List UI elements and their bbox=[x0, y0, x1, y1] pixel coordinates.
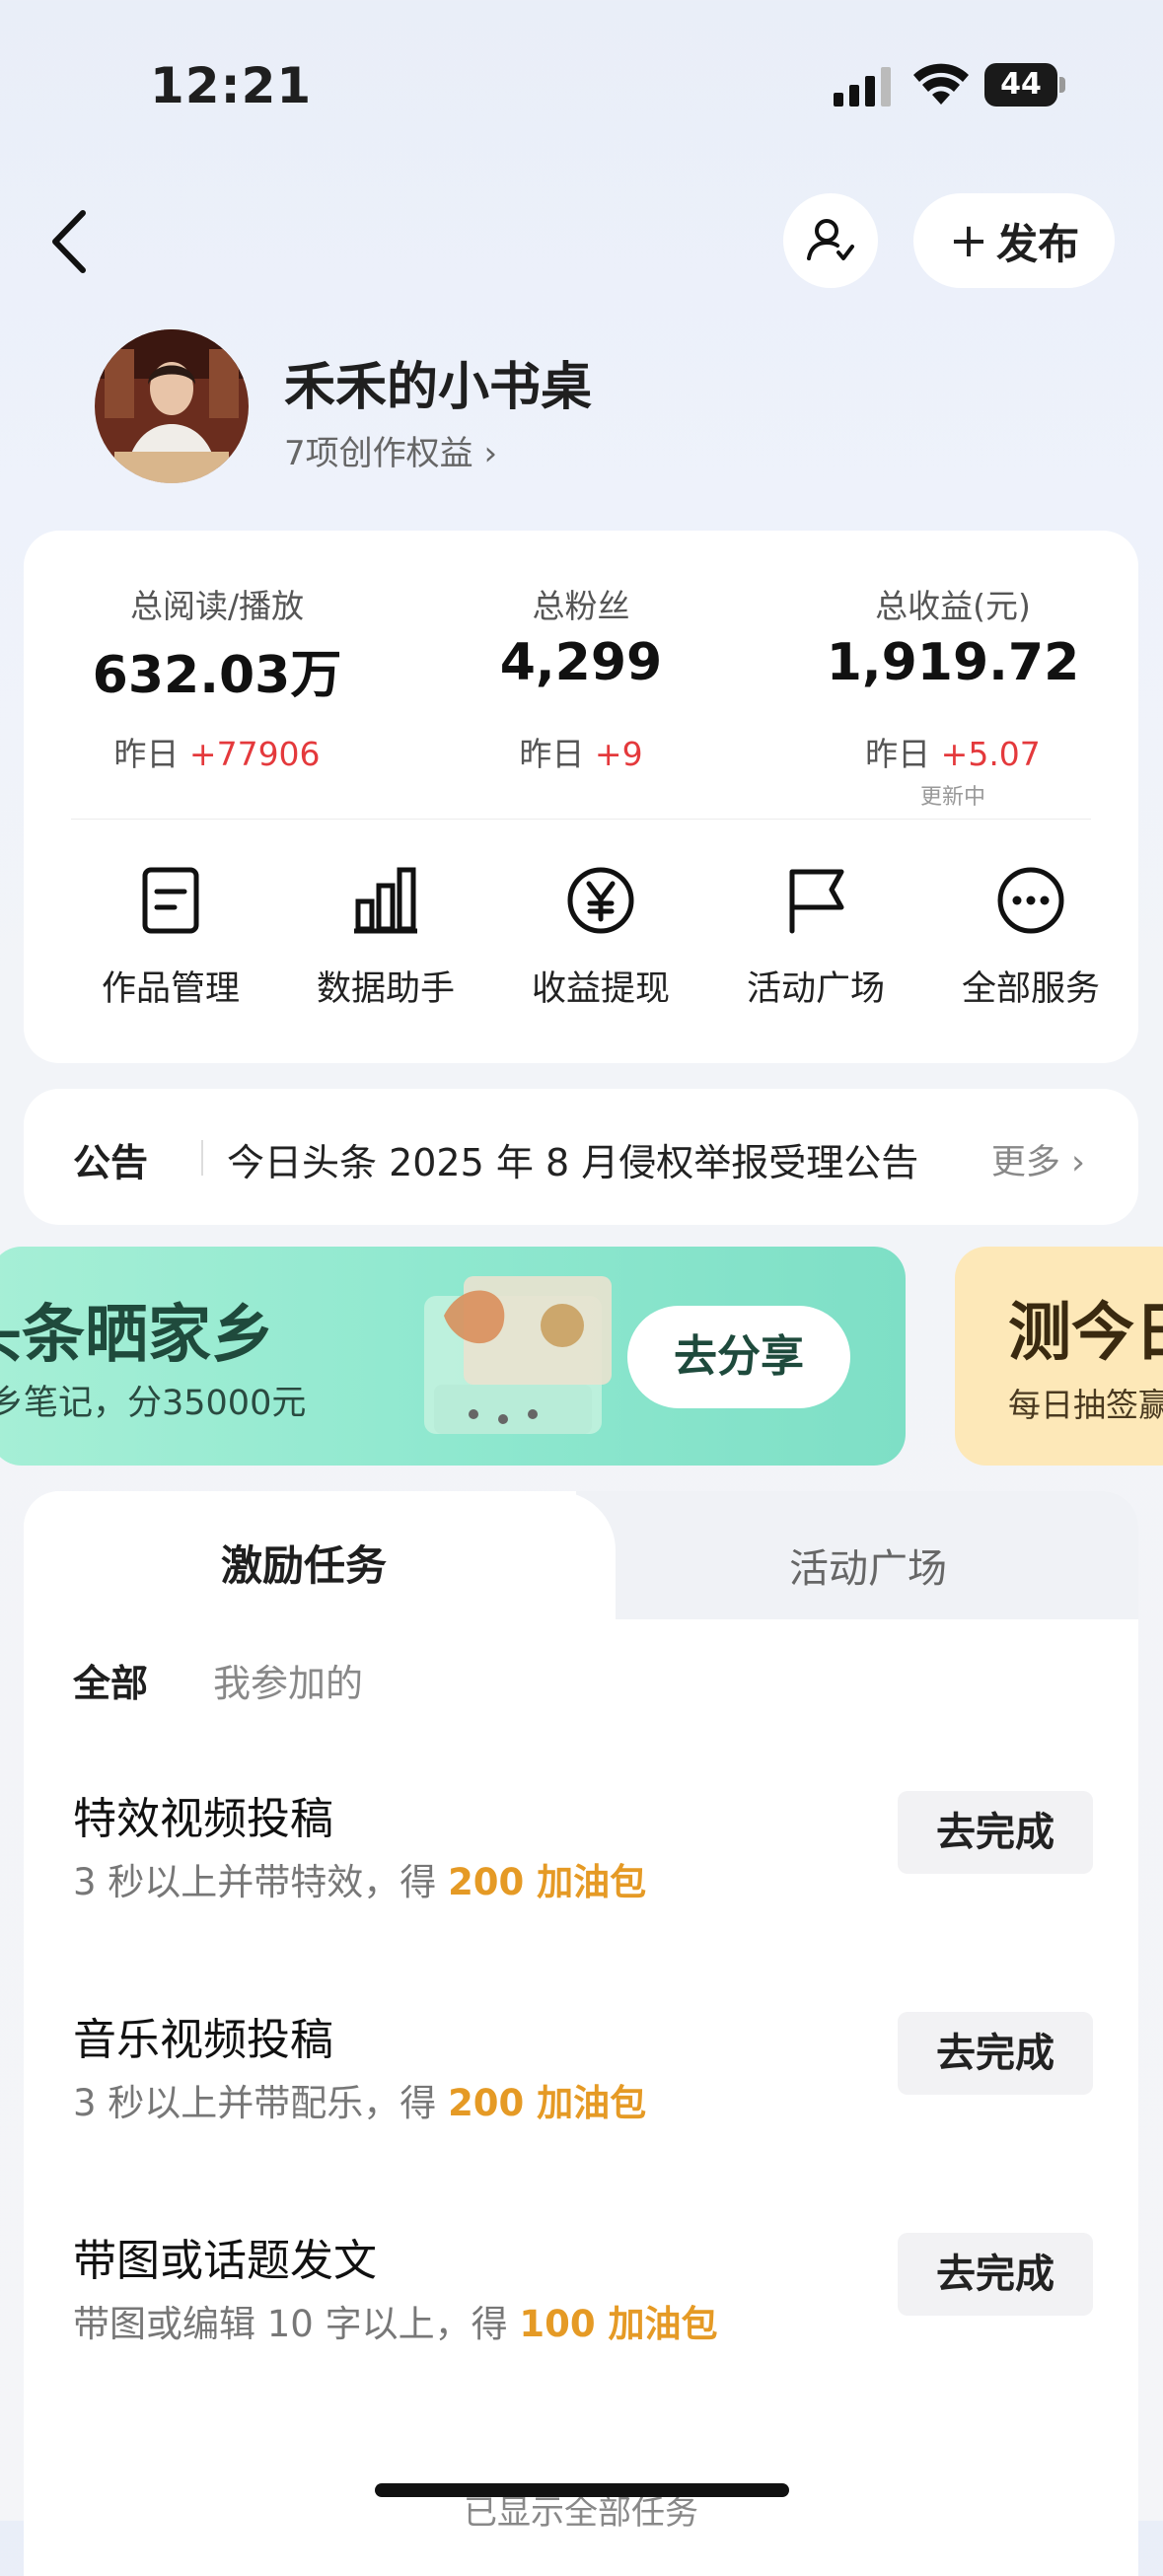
more-link[interactable]: 更多 › bbox=[991, 1134, 1085, 1184]
stat-value: 4,299 bbox=[499, 633, 663, 692]
back-arrow-icon[interactable] bbox=[49, 209, 89, 274]
divider bbox=[71, 819, 1091, 820]
yen-icon bbox=[567, 867, 634, 934]
battery-icon: 44 bbox=[984, 63, 1065, 107]
stat-label: 总粉丝 bbox=[532, 587, 630, 625]
stat-value: 1,919.72 bbox=[826, 633, 1080, 692]
profile-name: 禾禾的小书桌 bbox=[284, 358, 593, 417]
task-title: 特效视频投稿 bbox=[73, 1794, 333, 1844]
more-icon bbox=[997, 867, 1064, 934]
task-title: 带图或话题发文 bbox=[73, 2236, 377, 2286]
banner-title: 测今日 bbox=[1008, 1297, 1163, 1370]
stat-delta: 昨日 +9 bbox=[519, 735, 643, 773]
service-label: 活动广场 bbox=[746, 969, 885, 1009]
user-check-icon bbox=[807, 219, 854, 260]
tasks-panel: 激励任务 活动广场 全部 我参加的 特效视频投稿 3 秒以上并带特效，得 200… bbox=[24, 1491, 1138, 2576]
wifi-icon bbox=[913, 63, 969, 105]
stats-card: 总阅读/播放 632.03万 昨日 +77906 总粉丝 4,299 昨日 +9… bbox=[24, 531, 1138, 1063]
service-label: 数据助手 bbox=[316, 969, 455, 1009]
task-item: 带图或话题发文 带图或编辑 10 字以上，得 100 加油包 去完成 bbox=[24, 2225, 1138, 2422]
user-switch-button[interactable] bbox=[783, 193, 878, 288]
task-description: 3 秒以上并带配乐，得 200 加油包 bbox=[73, 2082, 647, 2124]
filter-joined[interactable]: 我参加的 bbox=[213, 1653, 363, 1707]
announcement-bar[interactable]: 公告 今日头条 2025 年 8 月侵权举报受理公告 更多 › bbox=[24, 1089, 1138, 1225]
publish-button[interactable]: + 发布 bbox=[913, 193, 1115, 288]
service-activity-square[interactable]: 活动广场 bbox=[708, 866, 923, 1011]
task-title: 音乐视频投稿 bbox=[73, 2015, 333, 2065]
daily-fortune-banner[interactable]: 测今日 每日抽签赢 bbox=[955, 1247, 1163, 1466]
tab-incentive-tasks[interactable]: 激励任务 bbox=[221, 1533, 387, 1593]
complete-task-button[interactable]: 去完成 bbox=[898, 2012, 1093, 2095]
document-icon bbox=[142, 867, 199, 934]
task-item: 特效视频投稿 3 秒以上并带特效，得 200 加油包 去完成 bbox=[24, 1783, 1138, 1980]
stat-label: 总阅读/播放 bbox=[129, 587, 305, 625]
stat-label: 总收益(元) bbox=[875, 587, 1031, 625]
creator-rights-link[interactable]: 7项创作权益 › bbox=[284, 426, 497, 474]
hometown-banner[interactable]: 头条晒家乡 家乡笔记，分35000元 去分享 bbox=[0, 1247, 906, 1466]
banner-subtitle: 每日抽签赢 bbox=[1008, 1386, 1163, 1424]
status-time: 12:21 bbox=[150, 57, 313, 114]
tab-activity-square[interactable]: 活动广场 bbox=[789, 1537, 947, 1594]
plus-icon: + bbox=[948, 213, 989, 268]
task-description: 带图或编辑 10 字以上，得 100 加油包 bbox=[73, 2303, 718, 2345]
bar-chart-icon bbox=[354, 867, 417, 934]
stat-delta: 昨日 +77906 bbox=[113, 735, 321, 773]
complete-task-button[interactable]: 去完成 bbox=[898, 1791, 1093, 1874]
task-description: 3 秒以上并带特效，得 200 加油包 bbox=[73, 1861, 647, 1903]
service-label: 作品管理 bbox=[101, 969, 240, 1009]
service-withdraw[interactable]: 收益提现 bbox=[493, 866, 708, 1011]
publish-label: 发布 bbox=[996, 219, 1080, 268]
stat-value: 632.03万 bbox=[92, 646, 342, 705]
filter-all[interactable]: 全部 bbox=[73, 1653, 148, 1707]
stat-updating-note: 更新中 bbox=[919, 785, 985, 810]
avatar[interactable] bbox=[95, 329, 249, 483]
service-data-assistant[interactable]: 数据助手 bbox=[278, 866, 493, 1011]
task-item: 音乐视频投稿 3 秒以上并带配乐，得 200 加油包 去完成 bbox=[24, 2004, 1138, 2201]
service-label: 收益提现 bbox=[531, 969, 670, 1009]
service-all[interactable]: 全部服务 bbox=[923, 866, 1138, 1011]
service-label: 全部服务 bbox=[961, 969, 1100, 1009]
announcement-text[interactable]: 今日头条 2025 年 8 月侵权举报受理公告 bbox=[227, 1132, 918, 1186]
banner-illustration bbox=[424, 1276, 612, 1434]
complete-task-button[interactable]: 去完成 bbox=[898, 2233, 1093, 2316]
flag-icon bbox=[789, 869, 844, 934]
cellular-signal-icon bbox=[834, 67, 891, 107]
stat-delta: 昨日 +5.07 bbox=[865, 735, 1041, 773]
service-works-management[interactable]: 作品管理 bbox=[63, 866, 278, 1011]
banner-subtitle: 家乡笔记，分35000元 bbox=[0, 1384, 307, 1423]
announcement-tag: 公告 bbox=[73, 1141, 149, 1184]
home-indicator[interactable] bbox=[375, 2483, 789, 2497]
battery-level: 44 bbox=[984, 63, 1057, 107]
banner-title: 头条晒家乡 bbox=[0, 1299, 274, 1372]
divider bbox=[201, 1140, 203, 1176]
share-button[interactable]: 去分享 bbox=[627, 1306, 850, 1408]
